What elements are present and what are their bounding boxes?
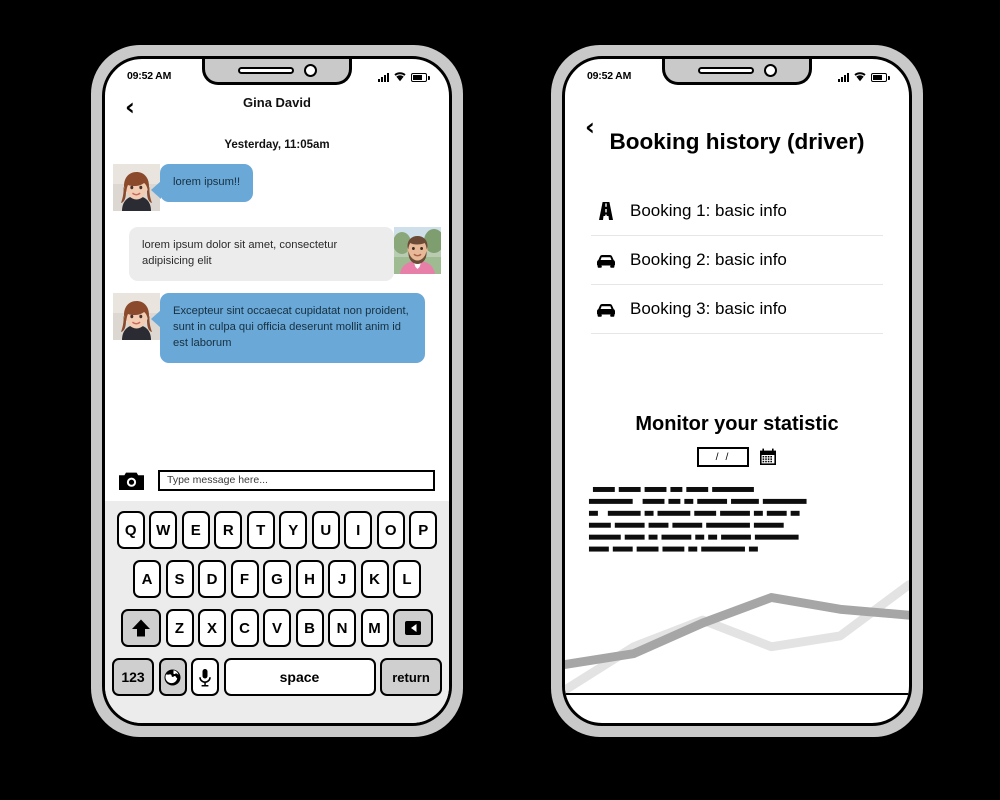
key-k[interactable]: K bbox=[360, 560, 389, 598]
chat-message-list: Yesterday, 11:05am lorem ipsum!! lorem i… bbox=[105, 117, 449, 499]
booking-item-2[interactable]: Booking 2: basic info bbox=[591, 236, 883, 285]
status-clock: 09:52 AM bbox=[587, 70, 632, 82]
date-picker-row: / / bbox=[565, 447, 909, 467]
booking-screen: 09:52 AM ‹ Booking history (driver) Book… bbox=[562, 56, 912, 726]
key-d[interactable]: D bbox=[198, 560, 226, 598]
message-composer bbox=[105, 459, 449, 501]
back-button[interactable]: ‹ bbox=[125, 95, 135, 119]
booking-item-1[interactable]: Booking 1: basic info bbox=[591, 187, 883, 236]
page-title: Booking history (driver) bbox=[609, 129, 865, 154]
wifi-icon bbox=[854, 71, 866, 81]
status-indicators bbox=[838, 71, 890, 82]
message-input[interactable] bbox=[158, 469, 435, 491]
keyboard-row-3: Z X C V B N M bbox=[111, 609, 443, 647]
keyboard-row-1: Q W E R T Y U I O P bbox=[111, 511, 443, 549]
line-chart bbox=[565, 580, 909, 693]
car-icon bbox=[597, 255, 615, 268]
greeked-text-lines bbox=[588, 486, 807, 552]
key-s[interactable]: S bbox=[165, 560, 194, 598]
chat-message-row: lorem ipsum dolor sit amet, consectetur … bbox=[113, 227, 441, 281]
dictation-key[interactable] bbox=[191, 658, 219, 696]
key-g[interactable]: G bbox=[263, 560, 291, 598]
statistics-chart bbox=[565, 563, 909, 695]
booking-item-label: Booking 3: basic info bbox=[630, 299, 787, 318]
status-clock: 09:52 AM bbox=[127, 70, 172, 82]
key-w[interactable]: W bbox=[149, 511, 178, 549]
placeholder-paragraph bbox=[583, 485, 891, 564]
booking-item-label: Booking 1: basic info bbox=[630, 201, 787, 220]
key-p[interactable]: P bbox=[409, 511, 438, 549]
globe-key[interactable] bbox=[158, 658, 187, 696]
microphone-icon bbox=[199, 668, 211, 686]
key-u[interactable]: U bbox=[311, 511, 340, 549]
back-button[interactable]: ‹ bbox=[585, 115, 595, 139]
backspace-key[interactable] bbox=[393, 609, 433, 647]
chat-contact-name: Gina David bbox=[243, 95, 311, 110]
chat-bubble-incoming: lorem ipsum!! bbox=[150, 164, 254, 202]
booking-phone-mockup: 09:52 AM ‹ Booking history (driver) Book… bbox=[548, 42, 926, 740]
chat-bubble-outgoing: lorem ipsum dolor sit amet, consectetur … bbox=[129, 227, 403, 281]
screenshot-stage: 09:52 AM ‹ Gina David Yesterday, 11:05am… bbox=[0, 0, 1000, 800]
key-f[interactable]: F bbox=[230, 560, 259, 598]
return-key[interactable]: return bbox=[380, 658, 442, 696]
booking-item-3[interactable]: Booking 3: basic info bbox=[591, 285, 883, 334]
battery-icon bbox=[411, 72, 430, 82]
chat-message-row: Excepteur sint occaecat cupidatat non pr… bbox=[113, 292, 441, 363]
key-x[interactable]: X bbox=[198, 609, 226, 647]
car-icon bbox=[597, 304, 615, 317]
numbers-key[interactable]: 123 bbox=[112, 658, 154, 696]
status-bar: 09:52 AM bbox=[105, 59, 449, 89]
keyboard-row-4: 123 space return bbox=[111, 658, 443, 696]
onscreen-keyboard: Q W E R T Y U I O P A S D F G H J K L Z … bbox=[105, 501, 449, 723]
key-z[interactable]: Z bbox=[165, 609, 194, 647]
key-q[interactable]: Q bbox=[116, 511, 145, 549]
signal-bars-icon bbox=[838, 72, 849, 82]
wifi-icon bbox=[394, 71, 406, 81]
chart-series-light bbox=[565, 580, 909, 693]
key-i[interactable]: I bbox=[344, 511, 373, 549]
key-l[interactable]: L bbox=[393, 560, 421, 598]
key-n[interactable]: N bbox=[328, 609, 356, 647]
keyboard-row-2: A S D F G H J K L bbox=[111, 560, 443, 598]
chat-bubble-incoming: Excepteur sint occaecat cupidatat non pr… bbox=[151, 292, 425, 363]
chat-screen: 09:52 AM ‹ Gina David Yesterday, 11:05am… bbox=[102, 56, 452, 726]
chat-message-row: lorem ipsum!! bbox=[113, 164, 441, 211]
shift-arrow-icon bbox=[132, 619, 150, 637]
key-b[interactable]: B bbox=[295, 609, 324, 647]
key-e[interactable]: E bbox=[181, 511, 210, 549]
key-t[interactable]: T bbox=[246, 511, 275, 549]
battery-icon bbox=[871, 72, 890, 82]
camera-icon[interactable] bbox=[119, 471, 144, 490]
date-input[interactable]: / / bbox=[697, 447, 749, 467]
shift-key[interactable] bbox=[121, 609, 161, 647]
space-key[interactable]: space bbox=[223, 658, 376, 696]
chat-daystamp: Yesterday, 11:05am bbox=[224, 139, 330, 151]
backspace-icon bbox=[405, 621, 421, 635]
statistics-title: Monitor your statistic bbox=[635, 413, 839, 435]
key-v[interactable]: V bbox=[263, 609, 291, 647]
globe-icon bbox=[164, 669, 181, 685]
key-c[interactable]: C bbox=[230, 609, 259, 647]
status-indicators bbox=[378, 71, 430, 82]
key-o[interactable]: O bbox=[376, 511, 405, 549]
key-r[interactable]: R bbox=[214, 511, 243, 549]
key-a[interactable]: A bbox=[133, 560, 161, 598]
calendar-icon[interactable] bbox=[759, 448, 777, 466]
man-avatar bbox=[394, 227, 441, 274]
key-j[interactable]: J bbox=[328, 560, 356, 598]
key-h[interactable]: H bbox=[295, 560, 324, 598]
chat-phone-mockup: 09:52 AM ‹ Gina David Yesterday, 11:05am… bbox=[88, 42, 466, 740]
booking-item-label: Booking 2: basic info bbox=[630, 250, 787, 269]
booking-list: Booking 1: basic info Booking 2: basic i… bbox=[591, 187, 883, 334]
signal-bars-icon bbox=[378, 72, 389, 82]
status-bar: 09:52 AM bbox=[565, 59, 909, 89]
road-icon bbox=[599, 202, 613, 220]
key-y[interactable]: Y bbox=[279, 511, 308, 549]
key-m[interactable]: M bbox=[360, 609, 389, 647]
